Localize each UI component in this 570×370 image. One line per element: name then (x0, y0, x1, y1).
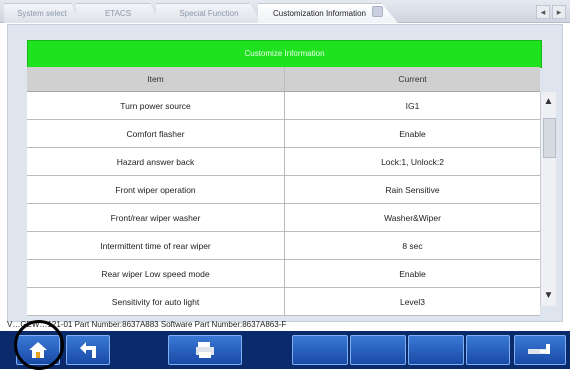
item-cell: Hazard answer back (27, 148, 285, 175)
column-header-current: Current (398, 74, 427, 84)
table-row[interactable]: Hazard answer back Lock:1, Unlock:2 (27, 148, 540, 176)
tab-close-icon[interactable] (371, 6, 383, 17)
print-button[interactable] (168, 335, 242, 365)
function-button-3[interactable] (408, 335, 464, 365)
scroll-up-icon[interactable]: ▲ (541, 94, 556, 110)
table-title: Customize Information (27, 40, 542, 68)
table-row[interactable]: Intermittent time of rear wiper 8 sec (27, 232, 540, 260)
current-cell: Level3 (399, 296, 426, 307)
tab-customization-information[interactable]: Customization Information (258, 3, 398, 23)
current-cell: Rain Sensitive (385, 184, 440, 195)
table-row[interactable]: Sensitivity for auto light Level3 (27, 288, 540, 316)
enter-icon (528, 344, 550, 354)
current-cell: Enable (399, 268, 426, 279)
tab-etacs[interactable]: ETACS (76, 3, 160, 23)
tab-scroll-right-icon[interactable]: ▸ (552, 5, 566, 19)
customize-table: Item Current Turn power source IG1 Comfo… (27, 67, 540, 316)
scroll-down-icon[interactable]: ▼ (541, 288, 556, 304)
enter-button[interactable] (514, 335, 566, 365)
home-icon (29, 342, 47, 358)
table-row[interactable]: Turn power source IG1 (27, 92, 540, 120)
table-header-row: Item Current (27, 67, 540, 92)
item-cell: Sensitivity for auto light (27, 288, 285, 315)
column-header-item: Item (27, 67, 285, 91)
scroll-thumb[interactable] (543, 118, 556, 158)
item-cell: Rear wiper Low speed mode (27, 260, 285, 287)
item-cell: Front wiper operation (27, 176, 285, 203)
part-number-status: V…GEW…121-01 Part Number:8637A883 Softwa… (7, 320, 287, 329)
table-row[interactable]: Comfort flasher Enable (27, 120, 540, 148)
current-cell: 8 sec (402, 240, 423, 251)
item-cell: Comfort flasher (27, 120, 285, 147)
back-button[interactable] (66, 335, 110, 365)
function-button-4[interactable] (466, 335, 510, 365)
function-button-2[interactable] (350, 335, 406, 365)
item-cell: Front/rear wiper washer (27, 204, 285, 231)
tab-scroll-left-icon[interactable]: ◂ (536, 5, 550, 19)
table-row[interactable]: Front wiper operation Rain Sensitive (27, 176, 540, 204)
tab-special-function[interactable]: Special Function (156, 3, 262, 23)
current-cell: Lock:1, Unlock:2 (381, 156, 444, 167)
item-cell: Intermittent time of rear wiper (27, 232, 285, 259)
current-cell: IG1 (405, 100, 420, 111)
item-cell: Turn power source (27, 92, 285, 119)
table-row[interactable]: Rear wiper Low speed mode Enable (27, 260, 540, 288)
table-row[interactable]: Front/rear wiper washer Washer&Wiper (27, 204, 540, 232)
printer-icon (196, 342, 214, 358)
tab-system-select[interactable]: System select (4, 3, 80, 23)
table-scrollbar[interactable]: ▲ ▼ (540, 92, 556, 306)
tab-bar: System select ETACS Special Function Cus… (0, 0, 570, 23)
home-button[interactable] (16, 335, 60, 365)
current-cell: Washer&Wiper (384, 212, 441, 223)
back-arrow-icon (80, 342, 96, 358)
current-cell: Enable (399, 128, 426, 139)
function-button-1[interactable] (292, 335, 348, 365)
